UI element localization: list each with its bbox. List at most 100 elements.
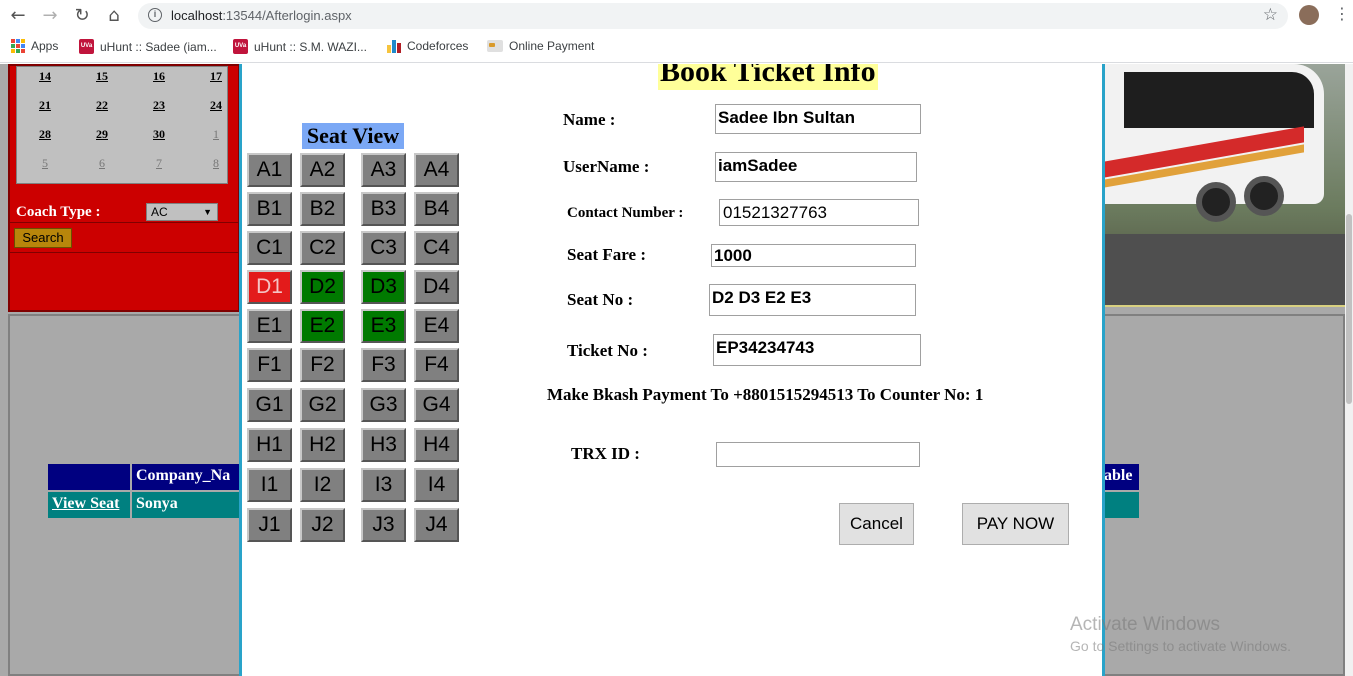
seat-i1[interactable]: I1 [247, 468, 292, 502]
seat-g1[interactable]: G1 [247, 388, 292, 422]
url-path: :13544/Afterlogin.aspx [222, 8, 352, 23]
forward-icon[interactable]: → [38, 4, 62, 28]
calendar-day[interactable]: 16 [139, 69, 179, 84]
trx-id-input[interactable] [716, 442, 920, 467]
seat-d4[interactable]: D4 [414, 270, 459, 304]
username-input[interactable]: iamSadee [715, 152, 917, 182]
back-icon[interactable]: ← [6, 4, 30, 28]
calendar-day[interactable]: 30 [139, 127, 179, 142]
seat-f2[interactable]: F2 [300, 348, 345, 382]
bookmark-codeforces[interactable]: Codeforces [387, 39, 468, 53]
view-seat-link[interactable]: View Seat [48, 492, 130, 518]
bookmark-label: Online Payment [509, 39, 595, 53]
seat-h4[interactable]: H4 [414, 428, 459, 462]
url-text[interactable]: localhost:13544/Afterlogin.aspx [171, 8, 352, 23]
seat-j3[interactable]: J3 [361, 508, 406, 542]
seat-g4[interactable]: G4 [414, 388, 459, 422]
home-icon[interactable]: ⌂ [102, 4, 126, 28]
uva-icon: UVa [233, 39, 248, 54]
bus-window [1124, 72, 1314, 128]
payment-icon [487, 40, 503, 52]
seat-a1[interactable]: A1 [247, 153, 292, 187]
calendar-day[interactable]: 8 [196, 156, 236, 171]
seat-f1[interactable]: F1 [247, 348, 292, 382]
seat-j1[interactable]: J1 [247, 508, 292, 542]
name-input[interactable]: Sadee Ibn Sultan [715, 104, 921, 134]
browser-menu-icon[interactable]: ⋮ [1334, 4, 1350, 23]
seat-c4[interactable]: C4 [414, 231, 459, 265]
bookmark-online-payment[interactable]: Online Payment [487, 39, 594, 53]
trx-id-label: TRX ID : [571, 444, 640, 463]
bookmark-uhunt-wazi[interactable]: UVa uHunt :: S.M. WAZI... [233, 39, 367, 54]
coach-type-select[interactable]: AC ▼ [146, 203, 218, 221]
calendar-day[interactable]: 28 [25, 127, 65, 142]
seat-no-label: Seat No : [567, 290, 634, 309]
seat-j2[interactable]: J2 [300, 508, 345, 542]
bookmark-apps[interactable]: Apps [11, 39, 58, 53]
calendar-day[interactable]: 5 [25, 156, 65, 171]
seat-i2[interactable]: I2 [300, 468, 345, 502]
cancel-button[interactable]: Cancel [839, 503, 914, 545]
contact-number-input[interactable]: 01521327763 [719, 199, 919, 226]
seat-e2[interactable]: E2 [300, 309, 345, 343]
calendar-day[interactable]: 22 [82, 98, 122, 113]
seat-a2[interactable]: A2 [300, 153, 345, 187]
calendar-day[interactable]: 1 [196, 127, 236, 142]
seat-e1[interactable]: E1 [247, 309, 292, 343]
bus-wheel [1244, 176, 1284, 216]
reload-icon[interactable]: ↻ [70, 4, 94, 28]
scrollbar-thumb[interactable] [1346, 214, 1352, 404]
seat-c1[interactable]: C1 [247, 231, 292, 265]
seat-e3[interactable]: E3 [361, 309, 406, 343]
calendar-day[interactable]: 29 [82, 127, 122, 142]
seat-h2[interactable]: H2 [300, 428, 345, 462]
seat-b3[interactable]: B3 [361, 192, 406, 226]
pay-now-button[interactable]: PAY NOW [962, 503, 1069, 545]
url-host: localhost [171, 8, 223, 23]
calendar-day[interactable]: 15 [82, 69, 122, 84]
seat-fare-input[interactable]: 1000 [711, 244, 916, 267]
seat-b1[interactable]: B1 [247, 192, 292, 226]
seat-h1[interactable]: H1 [247, 428, 292, 462]
seat-e4[interactable]: E4 [414, 309, 459, 343]
site-info-icon[interactable]: i [148, 8, 162, 22]
calendar-day[interactable]: 17 [196, 69, 236, 84]
ticket-no-label: Ticket No : [567, 341, 648, 360]
seat-f3[interactable]: F3 [361, 348, 406, 382]
page-scrollbar[interactable] [1345, 64, 1353, 676]
calendar-day[interactable]: 7 [139, 156, 179, 171]
calendar-day[interactable]: 24 [196, 98, 236, 113]
search-button[interactable]: Search [14, 228, 72, 248]
calendar-day[interactable]: 21 [25, 98, 65, 113]
seat-b4[interactable]: B4 [414, 192, 459, 226]
bookmark-label: uHunt :: S.M. WAZI... [254, 39, 367, 54]
grid-cell [1104, 492, 1139, 518]
seat-c3[interactable]: C3 [361, 231, 406, 265]
seat-g3[interactable]: G3 [361, 388, 406, 422]
calendar-day[interactable]: 23 [139, 98, 179, 113]
seat-no-input[interactable]: D2 D3 E2 E3 [709, 284, 916, 316]
seat-a3[interactable]: A3 [361, 153, 406, 187]
bookmark-uhunt-sadee[interactable]: UVa uHunt :: Sadee (iam... [79, 39, 217, 54]
seat-b2[interactable]: B2 [300, 192, 345, 226]
address-bar[interactable]: i localhost:13544/Afterlogin.aspx ☆ [138, 3, 1288, 29]
seat-i3[interactable]: I3 [361, 468, 406, 502]
seat-g2[interactable]: G2 [300, 388, 345, 422]
bookmark-star-icon[interactable]: ☆ [1263, 5, 1278, 25]
seat-d3[interactable]: D3 [361, 270, 406, 304]
seat-j4[interactable]: J4 [414, 508, 459, 542]
profile-avatar[interactable] [1299, 5, 1319, 25]
calendar-day[interactable]: 14 [25, 69, 65, 84]
bookmark-label: Apps [31, 39, 59, 53]
ticket-no-input[interactable]: EP34234743 [713, 334, 921, 366]
seat-f4[interactable]: F4 [414, 348, 459, 382]
browser-toolbar: ← → ↻ ⌂ i localhost:13544/Afterlogin.asp… [0, 0, 1353, 32]
calendar-day[interactable]: 6 [82, 156, 122, 171]
seat-d1[interactable]: D1 [247, 270, 292, 304]
seat-h3[interactable]: H3 [361, 428, 406, 462]
seat-i4[interactable]: I4 [414, 468, 459, 502]
seat-a4[interactable]: A4 [414, 153, 459, 187]
divider [10, 252, 238, 253]
seat-d2[interactable]: D2 [300, 270, 345, 304]
seat-c2[interactable]: C2 [300, 231, 345, 265]
